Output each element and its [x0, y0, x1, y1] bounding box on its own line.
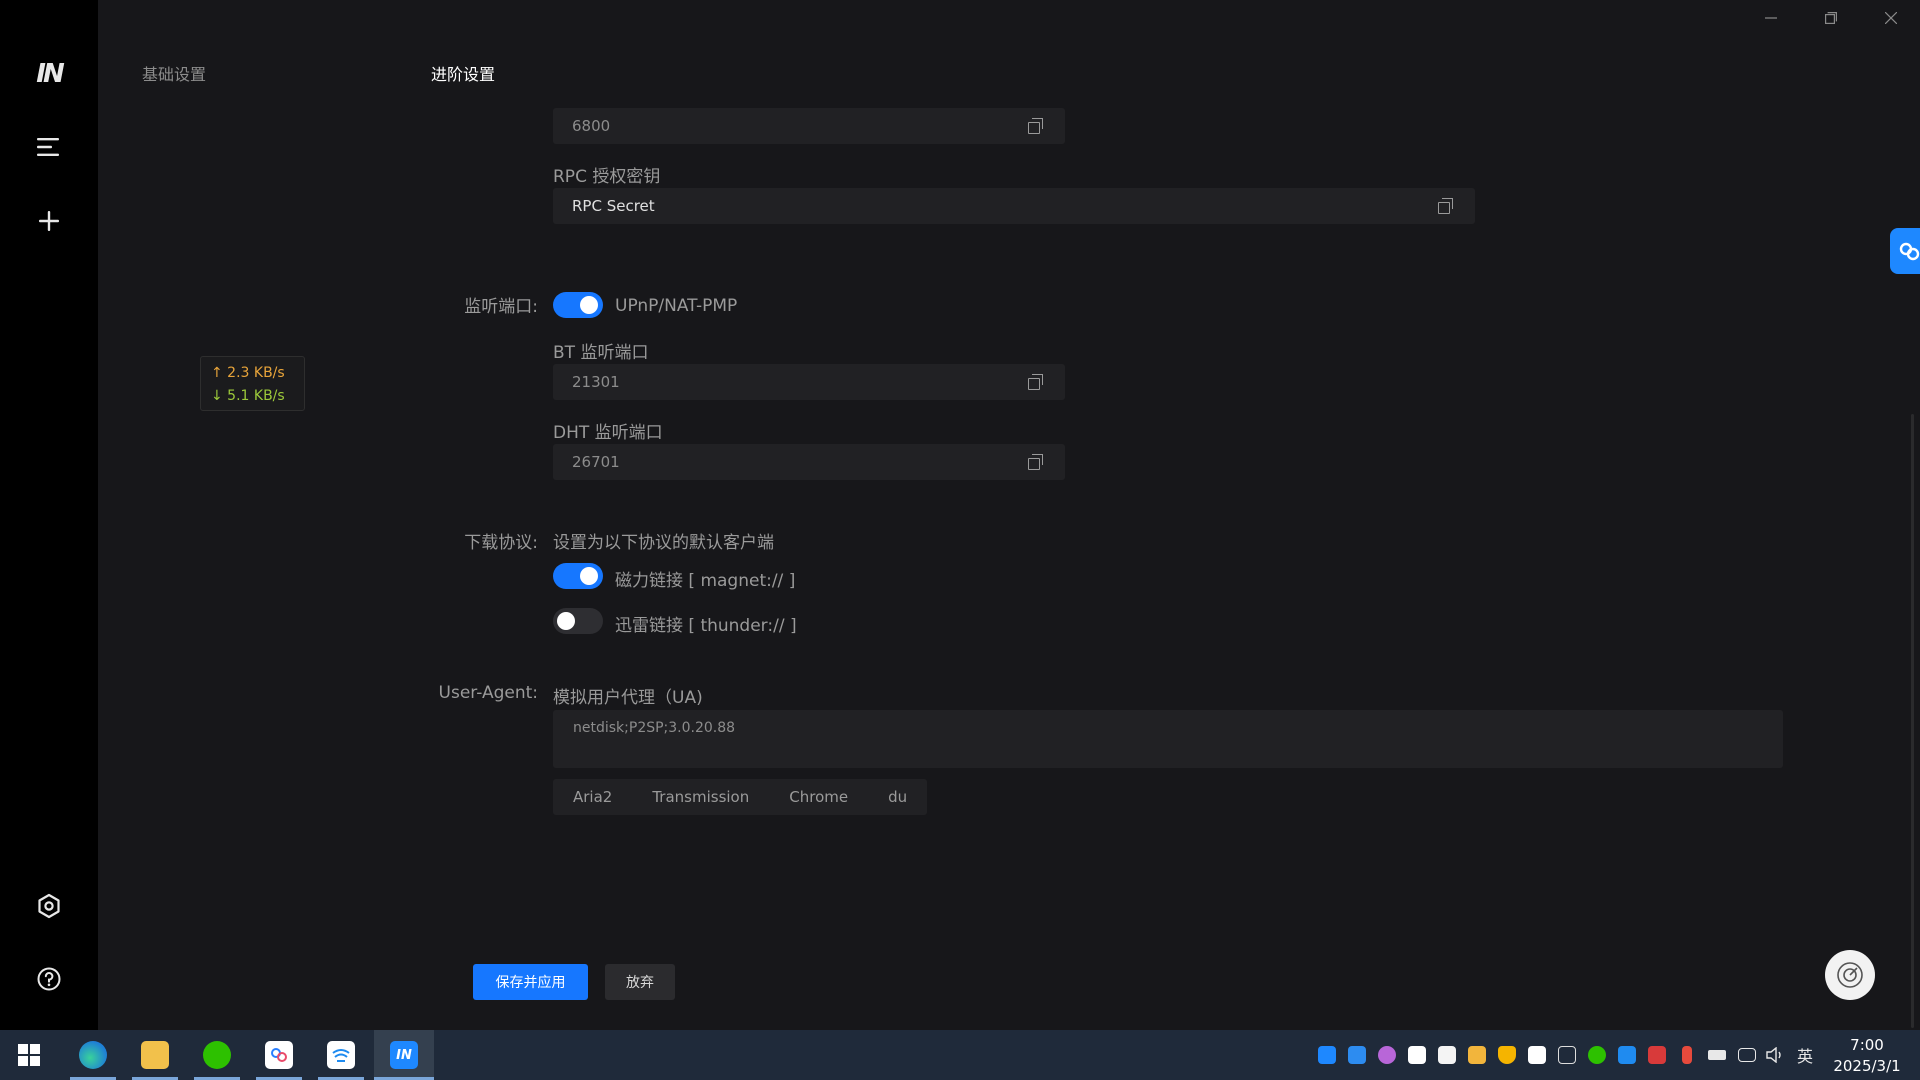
menu-icon[interactable]	[29, 127, 69, 167]
wechat-icon	[203, 1041, 231, 1069]
tray-wechat-icon[interactable]	[1587, 1045, 1607, 1065]
tray-speaker-red-icon[interactable]	[1677, 1045, 1697, 1065]
floating-assistant-button[interactable]	[1825, 950, 1875, 1000]
battery-icon[interactable]	[1707, 1045, 1727, 1065]
edge-icon	[79, 1041, 107, 1069]
close-button[interactable]	[1871, 6, 1911, 30]
left-rail: IN	[0, 0, 98, 1030]
network-icon[interactable]	[1737, 1045, 1757, 1065]
tray-shield-icon[interactable]	[1497, 1045, 1517, 1065]
bt-port-field[interactable]: 21301	[553, 364, 1065, 400]
rpc-secret-label: RPC 授权密钥	[553, 167, 661, 187]
bt-port-value: 21301	[572, 373, 620, 391]
magnet-label: 磁力链接 [ magnet:// ]	[615, 571, 796, 591]
taskbar-wechat[interactable]	[188, 1030, 246, 1080]
app-logo: IN	[36, 59, 64, 89]
tray-box-icon[interactable]	[1527, 1045, 1547, 1065]
ime-indicator[interactable]: 英	[1795, 1045, 1815, 1066]
dht-port-label: DHT 监听端口	[553, 423, 663, 443]
upnp-label: UPnP/NAT-PMP	[615, 296, 738, 316]
listen-port-label: 监听端口:	[464, 297, 538, 317]
volume-icon[interactable]	[1765, 1045, 1785, 1065]
taskbar-clock[interactable]: 7:00 2025/3/1	[1828, 1035, 1906, 1077]
start-button[interactable]	[0, 1030, 58, 1080]
motrix-icon: IN	[390, 1041, 418, 1069]
tab-basic-settings[interactable]: 基础设置	[142, 61, 206, 85]
download-speed: ↓ 5.1 KB/s	[211, 388, 285, 404]
upnp-toggle[interactable]	[553, 292, 603, 318]
settings-icon[interactable]	[29, 886, 69, 926]
cloud-disk-icon	[265, 1041, 293, 1069]
rpc-secret-field[interactable]: RPC Secret	[553, 188, 1475, 224]
tray-cat-icon[interactable]	[1377, 1045, 1397, 1065]
copy-icon[interactable]	[1027, 374, 1043, 390]
taskbar-baidu-netdisk[interactable]	[250, 1030, 308, 1080]
thunder-toggle[interactable]	[553, 608, 603, 634]
tray-red-icon[interactable]	[1647, 1045, 1667, 1065]
protocol-description: 设置为以下协议的默认客户端	[553, 533, 774, 553]
bt-port-label: BT 监听端口	[553, 343, 649, 363]
copy-icon[interactable]	[1027, 454, 1043, 470]
maximize-button[interactable]	[1811, 6, 1851, 30]
taskbar-edge[interactable]	[64, 1030, 122, 1080]
upload-speed: ↑ 2.3 KB/s	[211, 365, 285, 381]
app-window: IN 基础设置 进阶设置 ↑ 2.3 KB/s ↓ 5.1 KB/s 6800	[0, 0, 1920, 1080]
floating-share-tab[interactable]	[1890, 228, 1920, 274]
clock-time: 7:00	[1850, 1036, 1884, 1054]
scrollbar[interactable]	[1911, 414, 1914, 1028]
taskbar-motrix[interactable]: IN	[374, 1030, 434, 1080]
protocol-label: 下载协议:	[464, 533, 538, 553]
preset-aria2-button[interactable]: Aria2	[553, 788, 632, 806]
discard-button[interactable]: 放弃	[605, 964, 675, 1000]
tray-folder-icon[interactable]	[1467, 1045, 1487, 1065]
settings-panel	[98, 0, 1920, 1030]
add-task-icon[interactable]	[29, 201, 69, 241]
tray-app-icon[interactable]	[1347, 1045, 1367, 1065]
tab-advanced-settings[interactable]: 进阶设置	[431, 61, 495, 85]
tray-window-icon[interactable]	[1557, 1045, 1577, 1065]
clock-date: 2025/3/1	[1833, 1057, 1901, 1075]
rpc-port-value: 6800	[572, 117, 611, 135]
rpc-secret-value: RPC Secret	[572, 197, 655, 215]
cloud-icon	[327, 1041, 355, 1069]
preset-transmission-button[interactable]: Transmission	[632, 788, 769, 806]
taskbar-explorer[interactable]	[126, 1030, 184, 1080]
rpc-port-field[interactable]: 6800	[553, 108, 1065, 144]
help-icon[interactable]	[29, 959, 69, 999]
dht-port-value: 26701	[572, 453, 620, 471]
preset-du-button[interactable]: du	[868, 788, 927, 806]
thunder-label: 迅雷链接 [ thunder:// ]	[615, 616, 797, 636]
tray-netdisk-icon[interactable]	[1407, 1045, 1427, 1065]
toggle-knob	[580, 567, 598, 585]
save-apply-button[interactable]: 保存并应用	[473, 964, 588, 1000]
ua-presets: Aria2 Transmission Chrome du	[553, 779, 928, 815]
minimize-button[interactable]	[1751, 6, 1791, 30]
toggle-knob	[557, 612, 575, 630]
taskbar-cloud-app[interactable]	[312, 1030, 370, 1080]
toggle-knob	[580, 296, 598, 314]
copy-icon[interactable]	[1027, 118, 1043, 134]
user-agent-label: User-Agent:	[438, 683, 538, 703]
user-agent-input[interactable]: netdisk;P2SP;3.0.20.88	[553, 710, 1783, 768]
magnet-toggle[interactable]	[553, 563, 603, 589]
tray-cloud-icon[interactable]	[1617, 1045, 1637, 1065]
copy-icon[interactable]	[1437, 198, 1453, 214]
speed-indicator: ↑ 2.3 KB/s ↓ 5.1 KB/s	[200, 356, 305, 411]
taskbar: IN 英	[0, 1030, 1920, 1080]
user-agent-description: 模拟用户代理（UA)	[553, 688, 703, 708]
folder-icon	[141, 1041, 169, 1069]
dht-port-field[interactable]: 26701	[553, 444, 1065, 480]
tray-motrix-icon[interactable]	[1317, 1045, 1337, 1065]
preset-chrome-button[interactable]: Chrome	[769, 788, 868, 806]
tray-code-icon[interactable]	[1437, 1045, 1457, 1065]
